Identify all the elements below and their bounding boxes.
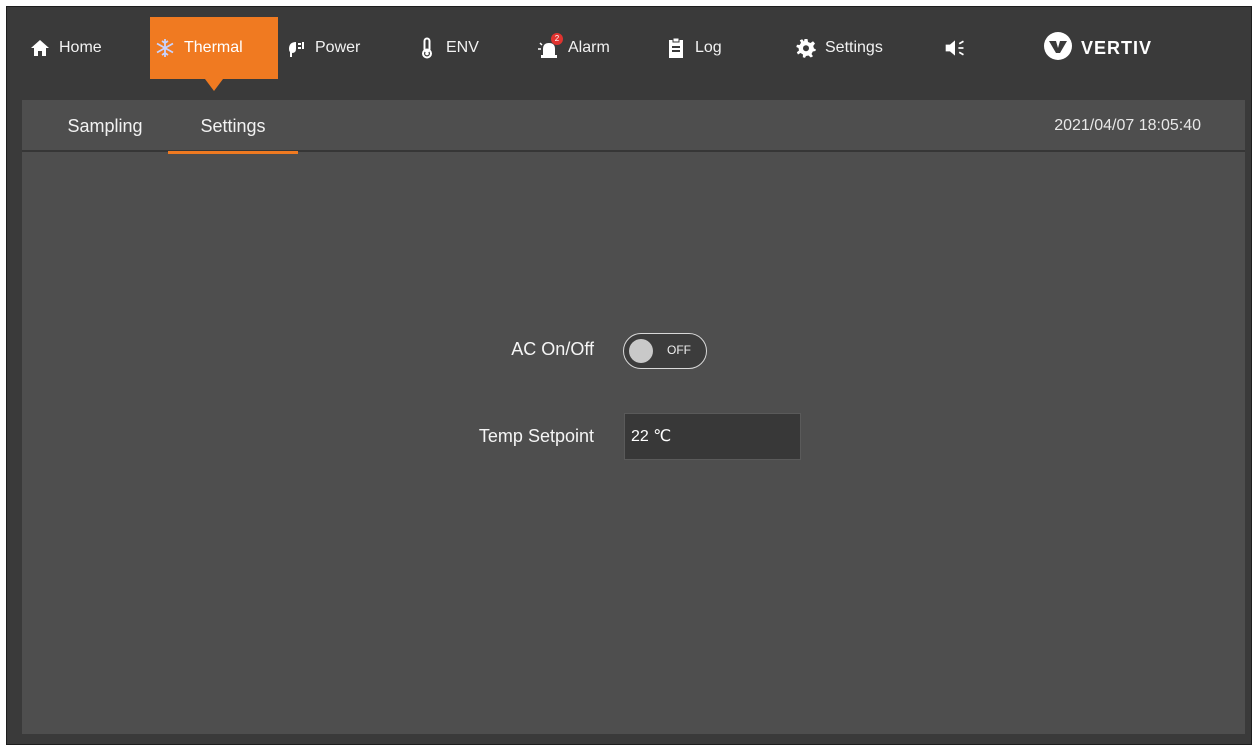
nav-alarm[interactable]: 2 Alarm	[538, 17, 610, 79]
home-icon	[29, 37, 51, 59]
speaker-icon	[944, 37, 966, 59]
vertiv-logo-icon	[1043, 31, 1073, 66]
brand-name: VERTIV	[1081, 37, 1153, 58]
nav-thermal-label: Thermal	[184, 39, 243, 56]
nav-log-label: Log	[695, 39, 722, 56]
temp-setpoint-label: Temp Setpoint	[478, 426, 594, 446]
alarm-badge: 2	[551, 33, 563, 45]
nav-settings-label: Settings	[825, 39, 883, 56]
nav-home[interactable]: Home	[29, 17, 102, 79]
nav-power-label: Power	[315, 39, 361, 56]
plug-icon	[285, 37, 307, 59]
toggle-state-label: OFF	[667, 343, 691, 357]
datetime-display: 2021/04/07 18:05:40	[1054, 117, 1201, 134]
ac-onoff-label: AC On/Off	[511, 339, 594, 359]
tab-sampling[interactable]: Sampling	[56, 100, 154, 152]
nav-home-label: Home	[59, 39, 102, 56]
nav-settings[interactable]: Settings	[795, 17, 883, 79]
ac-onoff-toggle[interactable]: OFF	[623, 333, 707, 369]
alarm-light-icon: 2	[538, 33, 563, 59]
vertiv-brand: VERTIV	[1043, 17, 1152, 79]
snowflake-icon	[154, 37, 176, 59]
top-navigation: Home Thermal Power ENV 2 Alarm Log Setti…	[7, 17, 1253, 91]
thermometer-icon	[416, 37, 438, 59]
sound-toggle-button[interactable]	[944, 17, 966, 79]
nav-thermal[interactable]: Thermal	[150, 17, 278, 91]
clipboard-icon	[665, 37, 687, 59]
sub-navigation: Sampling Settings 2021/04/07 18:05:40	[22, 100, 1245, 154]
nav-log[interactable]: Log	[665, 17, 722, 79]
nav-env-label: ENV	[446, 39, 479, 56]
tab-sampling-label: Sampling	[67, 115, 143, 136]
toggle-knob	[629, 339, 653, 363]
gear-icon	[795, 37, 817, 59]
nav-power[interactable]: Power	[285, 17, 360, 79]
nav-alarm-label: Alarm	[568, 39, 610, 56]
app-window: Home Thermal Power ENV 2 Alarm Log Setti…	[6, 6, 1252, 745]
temp-setpoint-input[interactable]: 22 ℃	[624, 413, 801, 460]
tab-settings[interactable]: Settings	[168, 100, 298, 154]
nav-env[interactable]: ENV	[416, 17, 479, 79]
tab-settings-label: Settings	[200, 115, 266, 136]
main-panel: Sampling Settings 2021/04/07 18:05:40 AC…	[22, 100, 1245, 734]
